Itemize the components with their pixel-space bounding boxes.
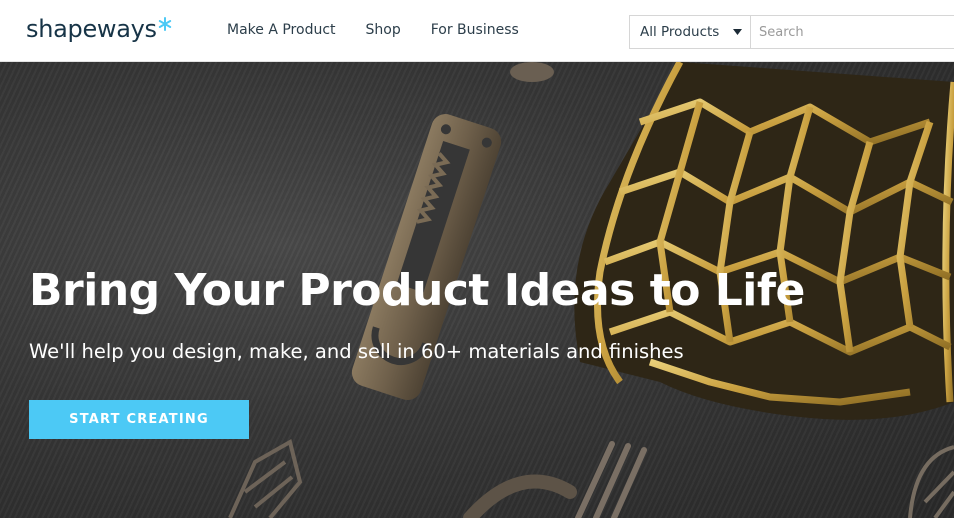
category-label: All Products — [640, 24, 720, 40]
nav-for-business[interactable]: For Business — [431, 22, 519, 38]
category-dropdown[interactable]: All Products — [630, 16, 751, 48]
gold-cuff-shape — [574, 62, 954, 420]
hero-title: Bring Your Product Ideas to Life — [29, 265, 805, 316]
logo[interactable]: shapeways — [26, 15, 172, 47]
nav-make-a-product[interactable]: Make A Product — [227, 22, 336, 38]
search-input[interactable] — [751, 16, 954, 48]
wire-animal-left-shape — [228, 438, 303, 518]
trinket-top-shape — [510, 62, 554, 82]
star-icon — [158, 17, 171, 31]
start-creating-button[interactable]: START CREATING — [29, 400, 249, 439]
hero-subtitle: We'll help you design, make, and sell in… — [29, 340, 684, 363]
main-nav: Make A Product Shop For Business — [227, 22, 549, 38]
caret-down-icon — [733, 29, 743, 35]
hero-banner: Bring Your Product Ideas to Life We'll h… — [0, 62, 954, 518]
site-header: shapeways Make A Product Shop For Busine… — [0, 0, 954, 62]
nav-shop[interactable]: Shop — [366, 22, 401, 38]
logo-text: shapeways — [26, 15, 157, 43]
fork-shape — [463, 441, 647, 518]
wire-animal-right-shape — [908, 445, 954, 518]
search-bar: All Products — [629, 15, 954, 49]
